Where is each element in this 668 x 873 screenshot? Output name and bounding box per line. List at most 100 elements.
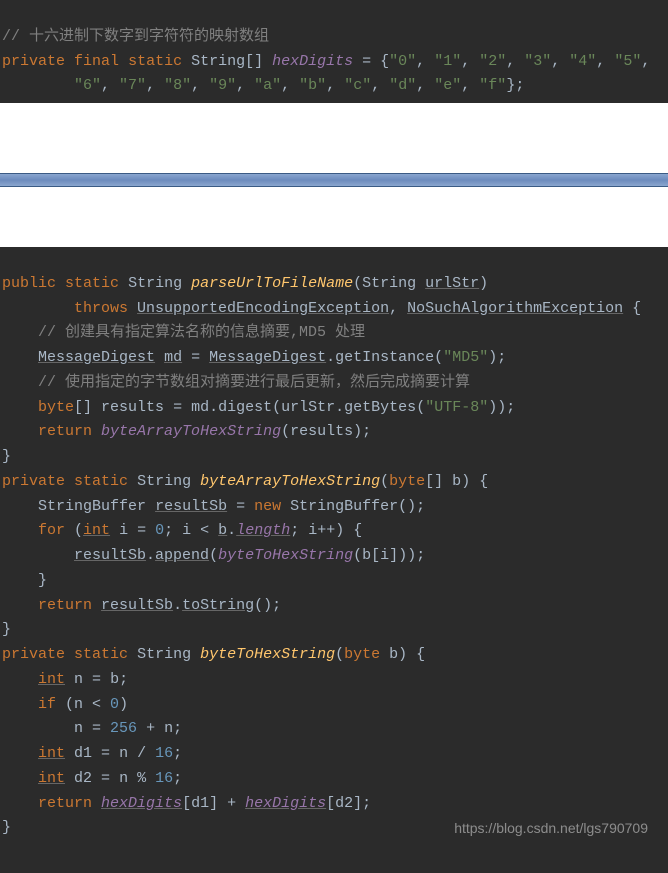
section-divider [0, 173, 668, 187]
comma: , [389, 300, 407, 317]
num-16: 16 [155, 770, 173, 787]
paren: ( [209, 547, 218, 564]
brace-close: } [2, 819, 11, 836]
keyword-private: private [2, 53, 65, 70]
keyword-if: if [38, 696, 56, 713]
assign: = [92, 770, 119, 787]
sep: , [236, 77, 254, 94]
sep: , [641, 53, 650, 70]
param-var: urlStr [425, 275, 479, 292]
keyword-private: private [2, 646, 65, 663]
param-b: b [452, 473, 461, 490]
paren: ( [380, 473, 389, 490]
type-string-array: String[] [191, 53, 263, 70]
dot: . [227, 522, 236, 539]
gap-1 [0, 103, 668, 173]
lit-f: "f" [479, 77, 506, 94]
class-messagedigest: MessageDigest [209, 349, 326, 366]
var-d2: d2 [65, 770, 92, 787]
field-hexdigits: hexDigits [101, 795, 182, 812]
call-append: append [155, 547, 209, 564]
close: (); [398, 498, 425, 515]
obj-resultsb: resultSb [101, 597, 173, 614]
lit-5: "5" [614, 53, 641, 70]
sep: , [101, 77, 119, 94]
keyword-public: public [2, 275, 56, 292]
type-string: String [137, 646, 191, 663]
semi: ; [362, 795, 371, 812]
inc: ++) { [317, 522, 362, 539]
brace: { [623, 300, 641, 317]
call-bytetohex: byteToHexString [218, 547, 353, 564]
obj-urlstr: urlStr [281, 399, 335, 416]
sep: , [371, 77, 389, 94]
keyword-private: private [2, 473, 65, 490]
sep: , [416, 53, 434, 70]
type-messagedigest: MessageDigest [38, 349, 155, 366]
num-0: 0 [155, 522, 164, 539]
close: ) { [398, 646, 425, 663]
method-parseurl: parseUrlToFileName [191, 275, 353, 292]
var-n: n [65, 671, 83, 688]
var-n: n [74, 720, 83, 737]
lit-d: "d" [389, 77, 416, 94]
var-n: n [164, 720, 173, 737]
lit-7: "7" [119, 77, 146, 94]
brace-close: } [38, 572, 47, 589]
method-bytetohex: byteToHexString [200, 646, 335, 663]
semi: ; [173, 745, 182, 762]
keyword-int: int [38, 671, 65, 688]
brackets: [] [74, 399, 101, 416]
array-close: }; [506, 77, 524, 94]
dot: . [173, 597, 182, 614]
obj-b: b [218, 522, 227, 539]
call-getbytes: getBytes [344, 399, 416, 416]
var-resultsb: resultSb [155, 498, 227, 515]
sep: , [416, 77, 434, 94]
lt: < [191, 522, 218, 539]
var-md: md [164, 349, 182, 366]
sep: , [146, 77, 164, 94]
param-b: b [380, 646, 398, 663]
lit-b: "b" [299, 77, 326, 94]
keyword-return: return [38, 795, 92, 812]
obj-b: b [362, 547, 371, 564]
keyword-new: new [254, 498, 281, 515]
var-d1: d1 [65, 745, 92, 762]
keyword-throws: throws [74, 300, 128, 317]
brace-close: } [2, 621, 11, 638]
semi: ; [173, 770, 182, 787]
close: ); [488, 349, 506, 366]
close: ) [119, 696, 128, 713]
close: )); [488, 399, 515, 416]
brackets: [] [425, 473, 452, 490]
param-type: byte [389, 473, 425, 490]
close: ) { [461, 473, 488, 490]
expr: (n < [56, 696, 110, 713]
sep: , [596, 53, 614, 70]
type-stringbuffer: StringBuffer [38, 498, 146, 515]
index-d2: [d2] [326, 795, 362, 812]
semi: ; [164, 522, 182, 539]
paren: ( [353, 547, 362, 564]
close: (); [254, 597, 281, 614]
keyword-return: return [38, 597, 92, 614]
plus: + [137, 720, 164, 737]
lit-0: "0" [389, 53, 416, 70]
lit-4: "4" [569, 53, 596, 70]
semi: ; [119, 671, 128, 688]
dot: . [209, 399, 218, 416]
param-type: String [362, 275, 425, 292]
close: )); [398, 547, 425, 564]
lit-1: "1" [434, 53, 461, 70]
field-hexdigits: hexDigits [245, 795, 326, 812]
lit-e: "e" [434, 77, 461, 94]
sep: , [551, 53, 569, 70]
comment: // 创建具有指定算法名称的信息摘要,MD5 处理 [38, 324, 365, 341]
bracket: [ [371, 547, 380, 564]
expr: n / [119, 745, 155, 762]
arg-results: results [290, 423, 353, 440]
method-bytearraytohex: byteArrayToHexString [200, 473, 380, 490]
lit-2: "2" [479, 53, 506, 70]
keyword-static: static [74, 646, 128, 663]
